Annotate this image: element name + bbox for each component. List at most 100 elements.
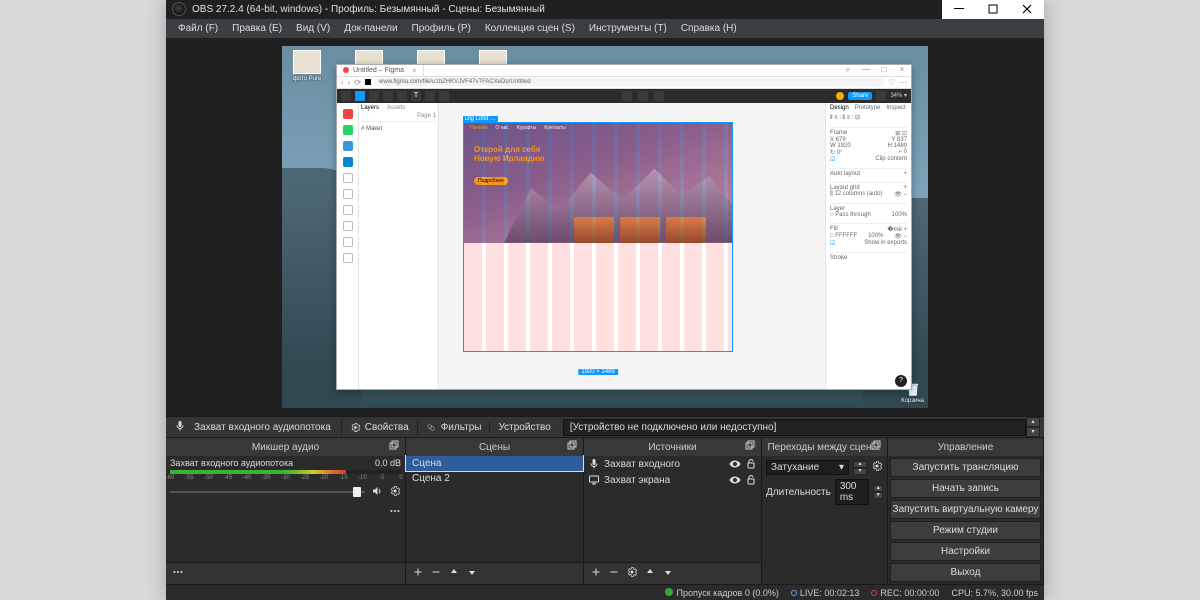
menu-file[interactable]: Файл (F) [172,21,224,36]
popout-icon[interactable] [871,440,883,452]
filters-button[interactable]: Фильтры [417,420,490,435]
frame-size-chip: 1920 × 1489 [578,369,618,375]
speaker-icon[interactable] [371,485,383,499]
controls-panel: Управление Запустить трансляцию Начать з… [888,438,1044,584]
menu-view[interactable]: Вид (V) [290,21,336,36]
live-dot-icon [791,590,797,596]
move-up-icon[interactable] [644,565,656,583]
preview-canvas: фото Pure 4 interop Корзина Untitled – F… [282,46,928,408]
mixer-source-name: Захват входного аудиопотока [170,458,293,468]
maximize-button[interactable] [976,0,1010,19]
device-combo[interactable]: [Устройство не подключено или недоступно… [563,419,1026,436]
preview-area[interactable]: фото Pure 4 interop Корзина Untitled – F… [166,38,1044,416]
move-up-icon[interactable] [448,565,460,583]
lock-icon [365,79,371,85]
window-titlebar: OBS 27.2.4 (64-bit, windows) - Профиль: … [166,0,1044,19]
menu-scene-collection[interactable]: Коллекция сцен (S) [479,21,581,36]
rail-icon [343,205,353,215]
move-down-icon[interactable] [466,565,478,583]
start-streaming-button[interactable]: Запустить трансляцию [890,458,1041,477]
figma-menu-icon [341,91,351,101]
close-button[interactable] [1010,0,1044,19]
figma-canvas: Dig Limit … НачалоО насКурортыКонтакты О… [439,103,825,389]
studio-mode-button[interactable]: Режим студии [890,521,1041,540]
spin[interactable]: ▴▾ [873,485,883,499]
nav-fwd-icon: › [348,78,351,87]
figma-layers-panel: LayersAssets Page 1 # Макет [359,103,439,389]
device-spin[interactable]: ▴▾ [1026,417,1040,437]
options-icon[interactable] [389,505,401,519]
telegram-icon [343,141,353,151]
scenes-list[interactable]: СценаСцена 2 [406,456,583,562]
whatsapp-icon [343,125,353,135]
figma-inspector: DesignPrototypeInspect ⫴ ≡ ⫶ ⫴ ≡ ⫶ ⊟ Fra… [825,103,911,389]
visibility-icon[interactable] [729,474,741,486]
exit-button[interactable]: Выход [890,563,1041,582]
move-down-icon[interactable] [662,565,674,583]
cpu-stats: CPU: 5.7%, 30.00 fps [951,588,1038,598]
menu-docks[interactable]: Док-панели [338,21,403,36]
meter-scale: -60-55-50-45-40-35-30-25-20-15-10-50 [170,475,401,483]
source-item[interactable]: Захват экрана [584,472,761,488]
obs-logo-icon [172,2,186,16]
context-toolbar: Захват входного аудиопотока Свойства Фил… [166,416,1044,439]
mixer-menu-icon[interactable] [172,565,184,583]
add-icon[interactable] [590,565,602,583]
remove-icon[interactable] [608,565,620,583]
source-name-label: Захват входного аудиопотока [194,422,341,433]
bw-max-icon: □ [875,65,893,75]
captured-window: Untitled – Figma× ⌕—□× ‹ › ⟳ www.figma.c… [336,64,912,390]
settings-button[interactable]: Настройки [890,542,1041,561]
transition-type-combo[interactable]: Затухание▾ [766,460,849,475]
comment-tool-icon [439,91,449,101]
sources-list[interactable]: Захват входногоЗахват экрана [584,456,761,562]
bw-close-icon: × [893,65,911,75]
bw-min-icon: — [857,65,875,75]
popout-icon[interactable] [389,440,401,452]
bw-search-icon: ⌕ [839,65,857,75]
popout-icon[interactable] [745,440,757,452]
address-bar: www.figma.com/file/u1bZHKVJVF47vTFACXeDo… [375,78,884,86]
rail-icon [343,173,353,183]
popout-icon[interactable] [567,440,579,452]
menu-help[interactable]: Справка (H) [675,21,743,36]
desktop-icon: фото Pure [286,50,328,83]
add-icon[interactable] [412,565,424,583]
gear-icon[interactable] [389,485,401,499]
gear-icon[interactable] [871,460,883,475]
lock-icon[interactable] [745,458,757,470]
source-item[interactable]: Захват входного [584,456,761,472]
properties-button[interactable]: Свойства [341,420,417,435]
panel-title: Микшер аудио [252,442,319,453]
start-recording-button[interactable]: Начать запись [890,479,1041,498]
gear-icon[interactable] [626,565,638,583]
share-button: Share [848,92,872,100]
volume-slider[interactable] [170,491,365,493]
scene-item[interactable]: Сцена [406,456,583,471]
transitions-panel: Переходы между сцен… Затухание▾ ▴▾ Длите… [762,438,888,584]
pen-tool-icon [397,91,407,101]
messenger-icon [343,157,353,167]
window-title: OBS 27.2.4 (64-bit, windows) - Профиль: … [192,4,942,15]
panel-title: Управление [938,442,994,453]
live-time: LIVE: 00:02:13 [800,588,860,598]
audio-mixer-panel: Микшер аудио Захват входного аудиопотока… [166,438,406,584]
minimize-button[interactable] [942,0,976,19]
volume-meter [170,470,401,474]
browser-tab: Untitled – Figma× [337,65,424,76]
lock-icon[interactable] [745,474,757,486]
start-virtual-cam-button[interactable]: Запустить виртуальную камеру [890,500,1041,519]
spin[interactable]: ▴▾ [853,461,867,475]
figma-toolbar: T Share 34% ▾ [337,89,911,103]
visibility-icon[interactable] [729,458,741,470]
menu-tools[interactable]: Инструменты (T) [583,21,673,36]
nav-back-icon: ‹ [341,78,344,87]
scene-item[interactable]: Сцена 2 [406,471,583,486]
menu-profile[interactable]: Профиль (P) [406,21,477,36]
remove-icon[interactable] [430,565,442,583]
duration-field[interactable]: 300 ms [835,479,870,505]
status-bar: Пропуск кадров 0 (0.0%) LIVE: 00:02:13 R… [166,584,1044,600]
menu-edit[interactable]: Правка (E) [226,21,288,36]
device-label: Устройство [489,422,558,433]
help-icon: ? [895,375,907,387]
